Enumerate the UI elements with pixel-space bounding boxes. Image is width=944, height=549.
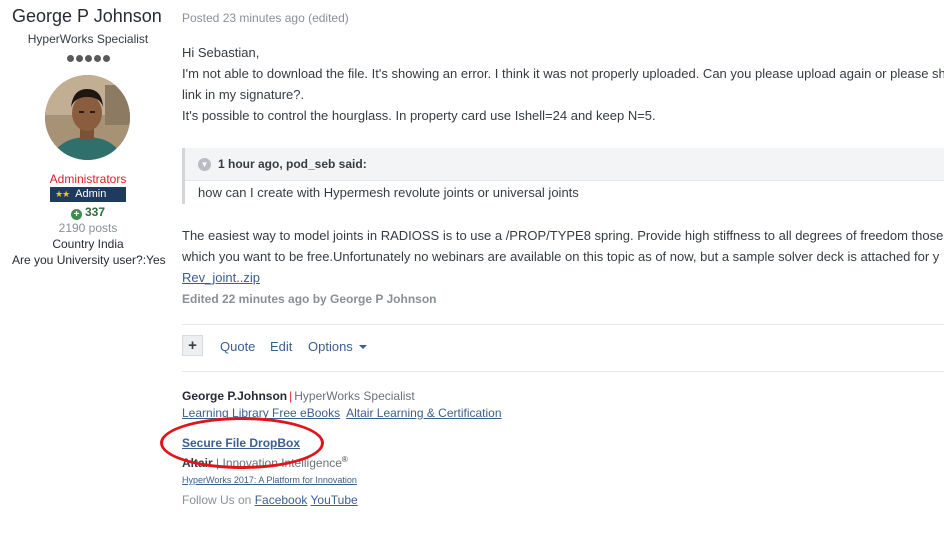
certification-link[interactable]: Altair Learning & Certification	[346, 406, 501, 420]
post-line: I'm not able to download the file. It's …	[182, 66, 944, 81]
altair-logo-text: Altair	[182, 456, 213, 470]
brand-tagline: Innovation Intelligence	[222, 456, 342, 470]
author-country: Country India	[52, 237, 124, 251]
admin-badge-label: Admin	[75, 188, 107, 200]
follow-label: Follow Us on	[182, 493, 252, 507]
quote-block: ▼ 1 hour ago, pod_seb said: how can I cr…	[182, 148, 944, 204]
divider	[182, 371, 944, 372]
rank-dot	[75, 55, 83, 62]
avatar[interactable]	[45, 75, 130, 160]
post-line: link in my signature?.	[182, 87, 305, 102]
signature-separator: |	[289, 389, 293, 403]
attachment-link[interactable]: Rev_joint..zip	[182, 270, 260, 285]
reputation-count: 337	[84, 205, 106, 219]
quote-button[interactable]: Quote	[220, 339, 255, 354]
registered-mark: ®	[341, 455, 348, 464]
caret-down-icon	[358, 345, 367, 349]
avatar-photo	[45, 75, 130, 160]
reputation[interactable]: +337	[0, 205, 176, 220]
author-name[interactable]: George P Johnson	[12, 6, 162, 27]
chevron-down-icon[interactable]: ▼	[198, 158, 211, 171]
learning-library-link[interactable]: Learning Library Free eBooks	[182, 406, 340, 420]
plus-circle-icon: +	[70, 209, 82, 220]
dropbox-row: Secure File DropBox	[182, 436, 300, 450]
follow-row: Follow Us on Facebook YouTube	[182, 493, 358, 507]
rank-dots	[0, 49, 176, 67]
author-university: Are you University user?:Yes	[12, 253, 166, 267]
edited-note: Edited 22 minutes ago by George P Johnso…	[182, 292, 437, 306]
signature-role: HyperWorks Specialist	[294, 389, 415, 403]
platform-row: HyperWorks 2017: A Platform for Innovati…	[182, 472, 357, 486]
options-menu[interactable]: Options	[308, 339, 367, 354]
youtube-link[interactable]: YouTube	[311, 493, 358, 507]
multiquote-button[interactable]: +	[182, 335, 203, 356]
signature-links: Learning Library Free eBooks Altair Lear…	[182, 406, 502, 420]
admin-badge: ★★ Admin	[50, 187, 126, 202]
post-line: Hi Sebastian,	[182, 45, 260, 60]
post-line: It's possible to control the hourglass. …	[182, 108, 656, 123]
signature-name: George P.Johnson	[182, 389, 288, 403]
rank-dot	[84, 55, 92, 62]
star-icon: ★★	[55, 189, 70, 199]
signature-header: George P.Johnson | HyperWorks Specialist	[182, 389, 415, 403]
post-count: 2190 posts	[58, 221, 118, 235]
facebook-link[interactable]: Facebook	[255, 493, 308, 507]
quote-header[interactable]: ▼ 1 hour ago, pod_seb said:	[185, 148, 944, 181]
quote-text: how can I create with Hypermesh revolute…	[198, 185, 579, 200]
author-group: Administrators	[49, 172, 127, 186]
platform-link[interactable]: HyperWorks 2017: A Platform for Innovati…	[182, 475, 357, 485]
altair-brand-row: Altair | Innovation Intelligence®	[182, 455, 348, 470]
edit-button[interactable]: Edit	[270, 339, 292, 354]
divider	[182, 324, 944, 325]
answer-line: The easiest way to model joints in RADIO…	[182, 228, 944, 243]
options-label: Options	[308, 339, 353, 354]
rank-dot	[66, 55, 74, 62]
post-timestamp[interactable]: Posted 23 minutes ago (edited)	[182, 11, 349, 25]
author-title: HyperWorks Specialist	[27, 32, 149, 46]
quote-author[interactable]: 1 hour ago, pod_seb said:	[218, 157, 367, 171]
brand-separator: |	[216, 456, 220, 470]
answer-line: which you want to be free.Unfortunately …	[182, 249, 940, 264]
rank-dot	[93, 55, 101, 62]
secure-dropbox-link[interactable]: Secure File DropBox	[182, 436, 300, 450]
rank-dot	[102, 55, 110, 62]
